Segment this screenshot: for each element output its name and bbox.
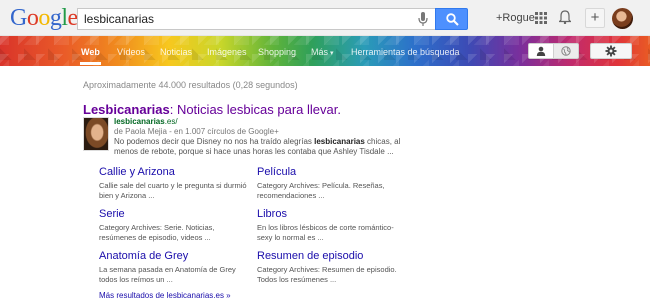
tab-images[interactable]: Imágenes [207, 47, 247, 57]
tab-videos[interactable]: Vídeos [117, 47, 145, 57]
desc-bold: lesbicanarias [314, 137, 365, 146]
sitelink-title[interactable]: Resumen de episodio [257, 250, 407, 263]
tab-shopping[interactable]: Shopping [258, 47, 296, 57]
search-input[interactable] [78, 9, 398, 29]
sitelink: Película Category Archives: Película. Re… [257, 166, 407, 200]
globe-icon [561, 46, 571, 56]
sitelink-description: Category Archives: Resumen de episodio. … [257, 265, 397, 284]
tab-web[interactable]: Web [80, 47, 101, 65]
apps-grid-icon[interactable] [535, 12, 547, 24]
result-snippet: lesbicanarias.es/ de Paola Mejia - en 1.… [114, 117, 424, 157]
sitelink-description: En los libros lésbicos de corte romántic… [257, 223, 394, 242]
sitelink-title[interactable]: Serie [99, 208, 249, 221]
sitelink-title[interactable]: Callie y Arizona [99, 166, 249, 179]
tab-search-tools[interactable]: Herramientas de búsqueda [351, 47, 460, 57]
result-title-bold: Lesbicanarias [83, 102, 170, 117]
sitelink: Serie Category Archives: Serie. Noticias… [99, 208, 249, 242]
sitelink: Anatomía de Grey La semana pasada en Ana… [99, 250, 249, 284]
sitelink: Resumen de episodio Category Archives: R… [257, 250, 407, 284]
search-tabs-bar: Web Vídeos Noticias Imágenes Shopping Má… [0, 36, 650, 66]
top-bar: Google +Rogue + [0, 0, 650, 36]
hide-personal-results-button[interactable] [553, 43, 579, 59]
sitelink-title[interactable]: Anatomía de Grey [99, 250, 249, 263]
sitelink-title[interactable]: Libros [257, 208, 407, 221]
result-url-bold: lesbicanarias [114, 117, 165, 126]
result-description: No podemos decir que Disney no nos ha tr… [114, 137, 424, 157]
logo-letter: G [10, 5, 27, 31]
sitelink-description: Category Archives: Serie. Noticias, resú… [99, 223, 215, 242]
tab-news[interactable]: Noticias [160, 47, 192, 57]
sitelink-title[interactable]: Película [257, 166, 407, 179]
result-url: lesbicanarias.es/ [114, 117, 424, 127]
google-plus-user-link[interactable]: +Rogue [496, 12, 535, 24]
logo-letter: o [38, 5, 50, 31]
logo-letter: g [49, 5, 62, 31]
settings-button[interactable] [590, 43, 632, 59]
result-author[interactable]: de Paola Mejia - en 1.007 círculos de Go… [114, 127, 424, 137]
sitelink-description: Callie sale del cuarto y le pregunta si … [99, 181, 247, 200]
author-thumbnail[interactable] [83, 117, 109, 151]
share-button[interactable]: + [585, 8, 605, 28]
desc-text: No podemos decir que Disney no nos ha tr… [114, 137, 315, 146]
logo-letter: o [26, 5, 39, 31]
notification-bell-icon[interactable] [559, 10, 571, 24]
more-results-link[interactable]: Más resultados de lesbicanarias.es » [99, 291, 231, 300]
search-box [77, 8, 435, 30]
sitelink-description: La semana pasada en Anatomía de Grey tod… [99, 265, 236, 284]
personal-results-button[interactable] [528, 43, 554, 59]
microphone-icon[interactable] [417, 12, 429, 27]
result-title-rest: : Noticias lesbicas para llevar. [169, 102, 341, 117]
result-stats: Aproximadamente 44.000 resultados (0,28 … [83, 80, 298, 90]
search-icon [446, 13, 459, 26]
avatar[interactable] [612, 8, 633, 29]
result-title-link[interactable]: Lesbicanarias: Noticias lesbicas para ll… [83, 102, 341, 117]
gear-icon [605, 45, 617, 57]
sitelink-description: Category Archives: Película. Reseñas, re… [257, 181, 385, 200]
tab-more[interactable]: Más ▾ [311, 47, 334, 57]
chevron-down-icon: ▾ [330, 50, 334, 57]
sitelink: Callie y Arizona Callie sale del cuarto … [99, 166, 249, 200]
google-logo[interactable]: Google [10, 5, 78, 31]
sitelink: Libros En los libros lésbicos de corte r… [257, 208, 407, 242]
search-button[interactable] [435, 8, 468, 30]
person-icon [536, 46, 546, 56]
result-url-rest: .es/ [164, 117, 178, 126]
tab-more-label: Más [311, 47, 329, 57]
